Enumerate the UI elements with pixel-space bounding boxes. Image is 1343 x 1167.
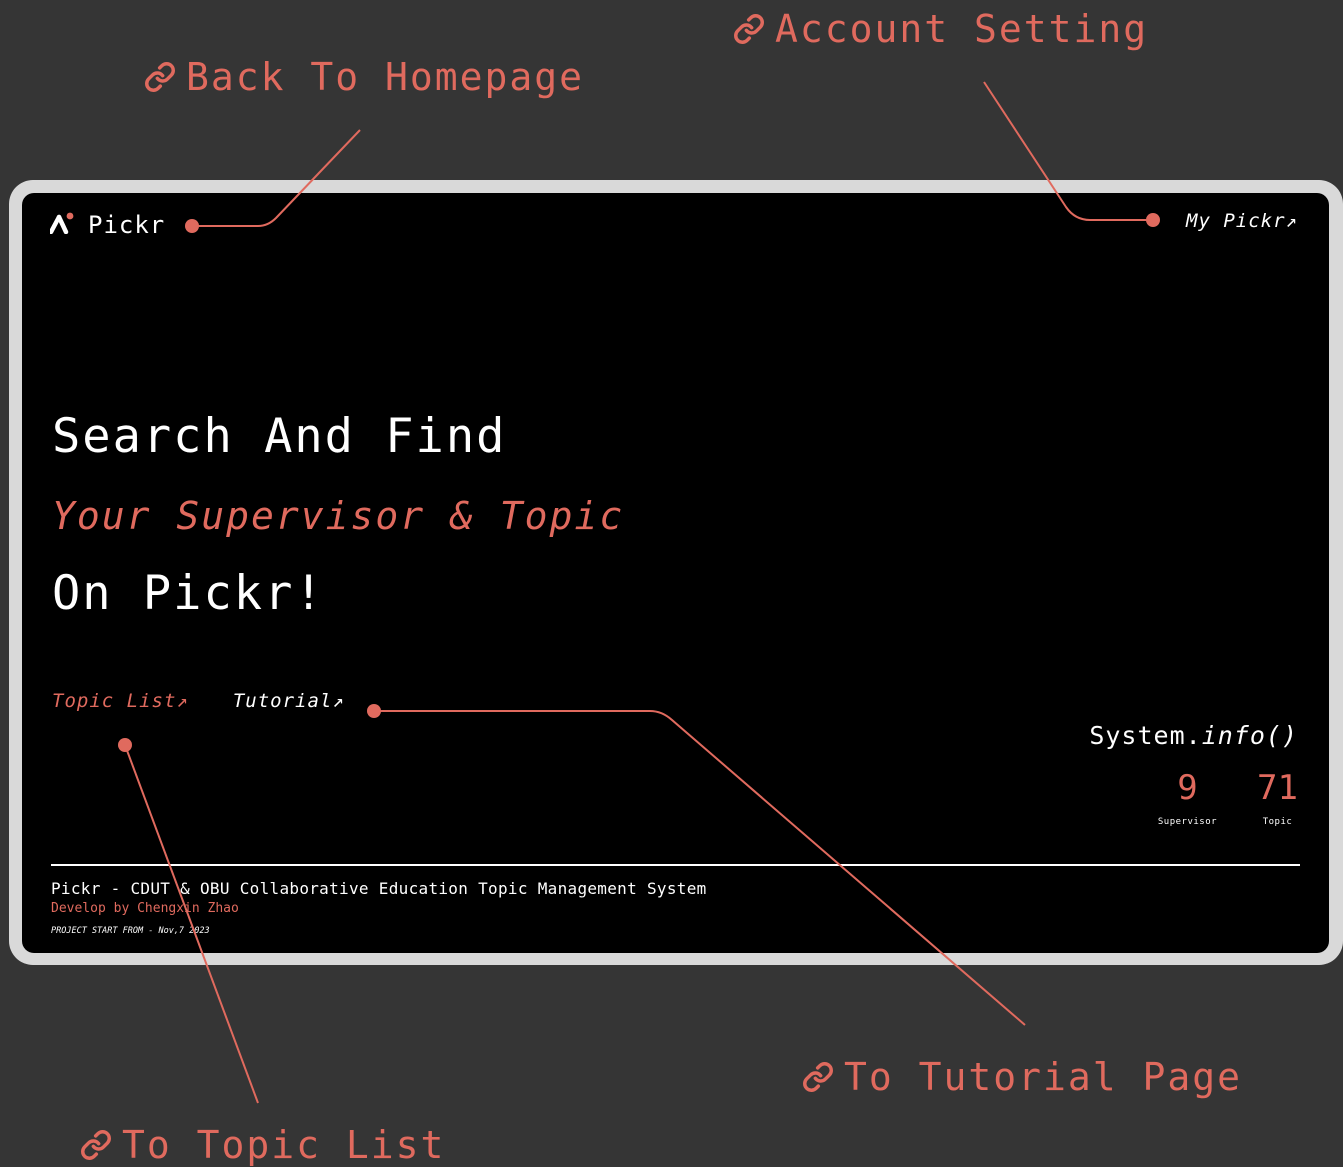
hero-tagline: On Pickr! (52, 566, 325, 621)
stat-topic: 71 Topic (1257, 771, 1298, 827)
tutorial-link[interactable]: Tutorial↗ (233, 690, 345, 712)
footer-project-start: PROJECT START FROM - Nov,7 2023 (51, 926, 210, 936)
hero-subheading: Your Supervisor & Topic (52, 494, 625, 538)
system-info-title: System.info() (1089, 721, 1298, 750)
app-screen: Pickr My Pickr↗ Search And Find Your Sup… (22, 193, 1329, 953)
system-info-prefix: System. (1089, 721, 1202, 750)
callout-label: To Topic List (122, 1123, 446, 1167)
link-icon (80, 1129, 112, 1161)
callout-label: To Tutorial Page (844, 1055, 1243, 1099)
stat-label: Topic (1262, 817, 1293, 827)
footer-title: Pickr - CDUT & OBU Collaborative Educati… (51, 879, 707, 898)
link-icon (733, 13, 765, 45)
topic-list-link[interactable]: Topic List↗ (52, 690, 189, 712)
link-icon (802, 1061, 834, 1093)
system-stats: 9 Supervisor 71 Topic (1158, 771, 1298, 827)
callout-label: Account Setting (775, 7, 1149, 51)
stat-supervisor: 9 Supervisor (1158, 771, 1217, 827)
link-icon (144, 61, 176, 93)
system-info-fn: info() (1201, 721, 1298, 750)
hero-heading: Search And Find (52, 409, 507, 464)
stat-value: 71 (1257, 768, 1298, 808)
footer-divider (51, 864, 1300, 866)
my-pickr-link[interactable]: My Pickr↗ (1186, 210, 1298, 232)
stat-value: 9 (1177, 768, 1198, 808)
callout-to-tutorial-page: To Tutorial Page (802, 1058, 1242, 1096)
callout-to-topic-list: To Topic List (80, 1126, 445, 1164)
callout-back-to-homepage: Back To Homepage (144, 58, 584, 96)
home-link[interactable]: Pickr (48, 211, 166, 239)
brand-name: Pickr (88, 211, 166, 239)
stat-label: Supervisor (1157, 817, 1218, 827)
pickr-logo-icon (48, 212, 74, 238)
callout-label: Back To Homepage (186, 55, 585, 99)
callout-account-setting: Account Setting (733, 10, 1148, 48)
hero-links: Topic List↗ Tutorial↗ (52, 690, 345, 712)
footer-developer: Develop by Chengxin Zhao (51, 901, 239, 916)
